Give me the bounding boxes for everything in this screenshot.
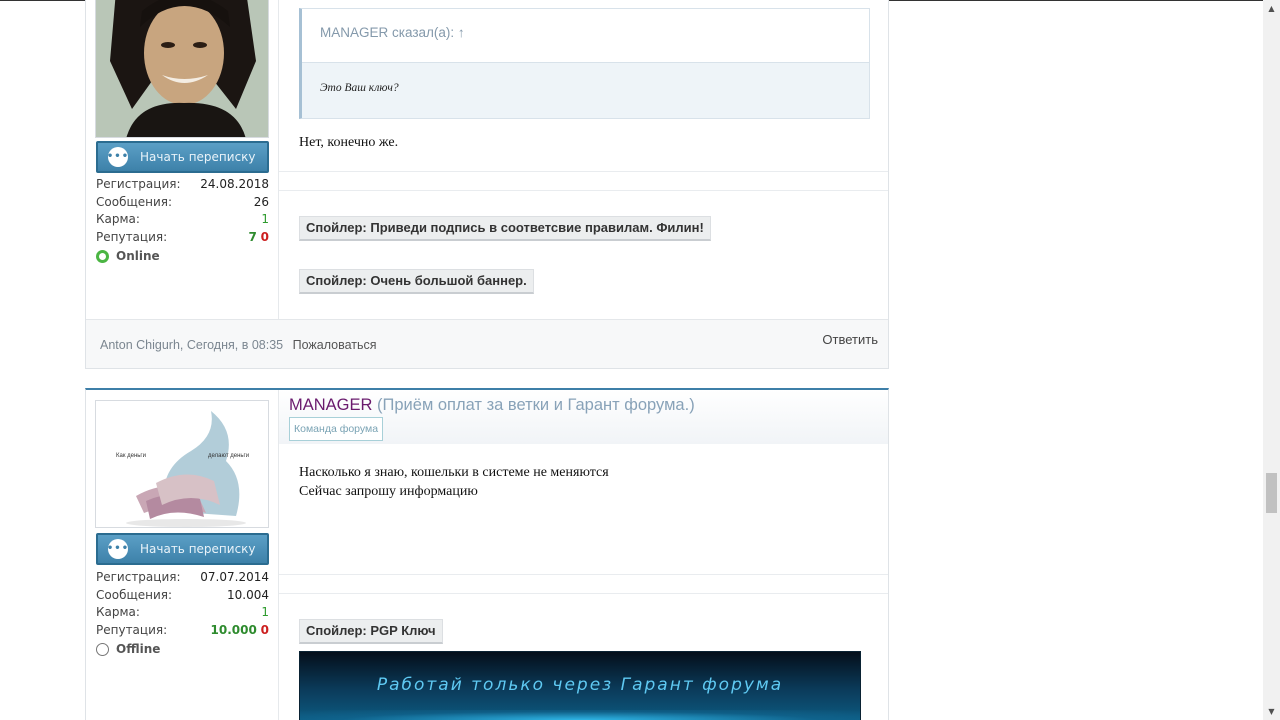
stat-label: Сообщения: [96,194,173,209]
quote-block: MANAGER сказал(а): ↑ Это Ваш ключ? [299,8,870,119]
stat-label: Регистрация: [96,570,181,584]
avatar[interactable]: Как деньги делают деньги [95,400,269,528]
stat-value: 26 [253,194,269,209]
spoiler-button[interactable]: Спойлер: PGP Ключ [299,619,443,644]
user-info-column: Как деньги делают деньги ••• Начать пере… [86,390,279,720]
banner-text: Работай только через Гарант форума [376,675,784,695]
message-text: Насколько я знаю, кошельки в системе не … [299,463,609,501]
vertical-scrollbar[interactable]: ▲ ▼ [1263,0,1280,720]
avatar-portrait-image [96,0,268,137]
banner-glow [300,710,860,720]
signature-banner[interactable]: Работай только через Гарант форума [299,651,861,720]
post-content: MANAGER (Приём оплат за ветки и Гарант ф… [279,390,888,720]
online-status: Online [96,247,269,265]
reputation-negative: 0 [260,229,269,244]
staff-badge: Команда форума [289,417,384,441]
avatar-money-image: Как деньги делают деньги [96,401,268,527]
user-info-column: ••• Начать переписку Регистрация: 24.08.… [86,0,279,368]
offline-status: Offline [96,640,269,658]
username-link[interactable]: MANAGER [289,396,372,414]
stat-reputation: Репутация: 7 0 [96,229,269,247]
signature-divider [279,593,888,594]
page: ••• Начать переписку Регистрация: 24.08.… [0,0,1280,720]
offline-status-icon [96,642,109,656]
stat-label: Сообщения: [96,587,173,602]
stat-karma: Карма: 1 [96,604,269,622]
status-label: Offline [116,642,161,657]
status-label: Online [116,249,160,264]
post-author-date[interactable]: Anton Chigurh, Сегодня, в 08:35 [100,338,283,352]
start-conversation-label: Начать переписку [140,542,256,556]
stat-value: 1 [261,212,269,227]
post-content: MANAGER сказал(а): ↑ Это Ваш ключ? Нет, … [279,0,888,368]
stat-value: 24.08.2018 [200,177,269,191]
chat-bubble-icon: ••• [107,539,128,559]
stat-label: Карма: [96,212,140,227]
avatar-caption-right: делают деньги [208,453,249,459]
start-conversation-button[interactable]: ••• Начать переписку [96,533,269,565]
divider [279,171,888,172]
stat-reputation: Репутация: 10.000 0 [96,622,269,640]
username-line: MANAGER (Приём оплат за ветки и Гарант ф… [289,396,695,415]
reply-link[interactable]: Ответить [822,332,878,347]
stat-value: 07.07.2014 [200,570,269,584]
stat-label: Репутация: [96,622,168,637]
quote-header[interactable]: MANAGER сказал(а): ↑ [302,9,869,63]
message-line: Сейчас запрошу информацию [299,484,478,499]
signature-divider [279,190,888,191]
stat-value: 10.000 0 [211,622,270,640]
reputation-positive: 10.000 [210,622,257,637]
stat-value: 7 0 [248,229,269,247]
divider [279,574,888,575]
stat-messages: Сообщения: 26 [96,194,269,212]
reputation-negative: 0 [260,622,269,637]
post-footer: Anton Chigurh, Сегодня, в 08:35 Пожалова… [86,319,888,368]
avatar-caption-left: Как деньги [116,453,146,459]
user-stats: Регистрация: 24.08.2018 Сообщения: 26 Ка… [96,176,269,265]
start-conversation-button[interactable]: ••• Начать переписку [96,141,269,173]
quote-body: Это Ваш ключ? [320,82,399,94]
message-line: Насколько я знаю, кошельки в системе не … [299,465,609,480]
start-conversation-label: Начать переписку [140,150,256,164]
scroll-down-arrow-icon[interactable]: ▼ [1263,703,1280,720]
stat-registration: Регистрация: 07.07.2014 [96,569,269,587]
reputation-positive: 7 [248,229,257,244]
avatar[interactable] [95,0,269,138]
post-meta: Anton Chigurh, Сегодня, в 08:35 Пожалова… [100,338,377,352]
stat-registration: Регистрация: 24.08.2018 [96,176,269,194]
stat-label: Репутация: [96,229,168,244]
spoiler-button[interactable]: Спойлер: Очень большой баннер. [299,269,534,294]
user-stats: Регистрация: 07.07.2014 Сообщения: 10.00… [96,569,269,658]
stat-label: Карма: [96,605,140,620]
post-header: MANAGER (Приём оплат за ветки и Гарант ф… [279,390,888,444]
scroll-up-arrow-icon[interactable]: ▲ [1263,0,1280,17]
scrollbar-thumb[interactable] [1266,473,1277,513]
stat-label: Регистрация: [96,177,181,191]
stat-karma: Карма: 1 [96,211,269,229]
user-title: (Приём оплат за ветки и Гарант форума.) [377,396,695,414]
post-manager: Как деньги делают деньги ••• Начать пере… [85,388,889,720]
stat-messages: Сообщения: 10.004 [96,587,269,605]
online-status-icon [96,249,109,263]
spoiler-button[interactable]: Спойлер: Приведи подпись в соответсвие п… [299,216,711,241]
report-link[interactable]: Пожаловаться [293,338,377,352]
stat-value: 1 [261,605,269,620]
stat-value: 10.004 [227,587,269,602]
post-anton-chigurh: ••• Начать переписку Регистрация: 24.08.… [85,0,889,369]
message-text: Нет, конечно же. [299,135,399,150]
chat-bubble-icon: ••• [107,147,128,167]
